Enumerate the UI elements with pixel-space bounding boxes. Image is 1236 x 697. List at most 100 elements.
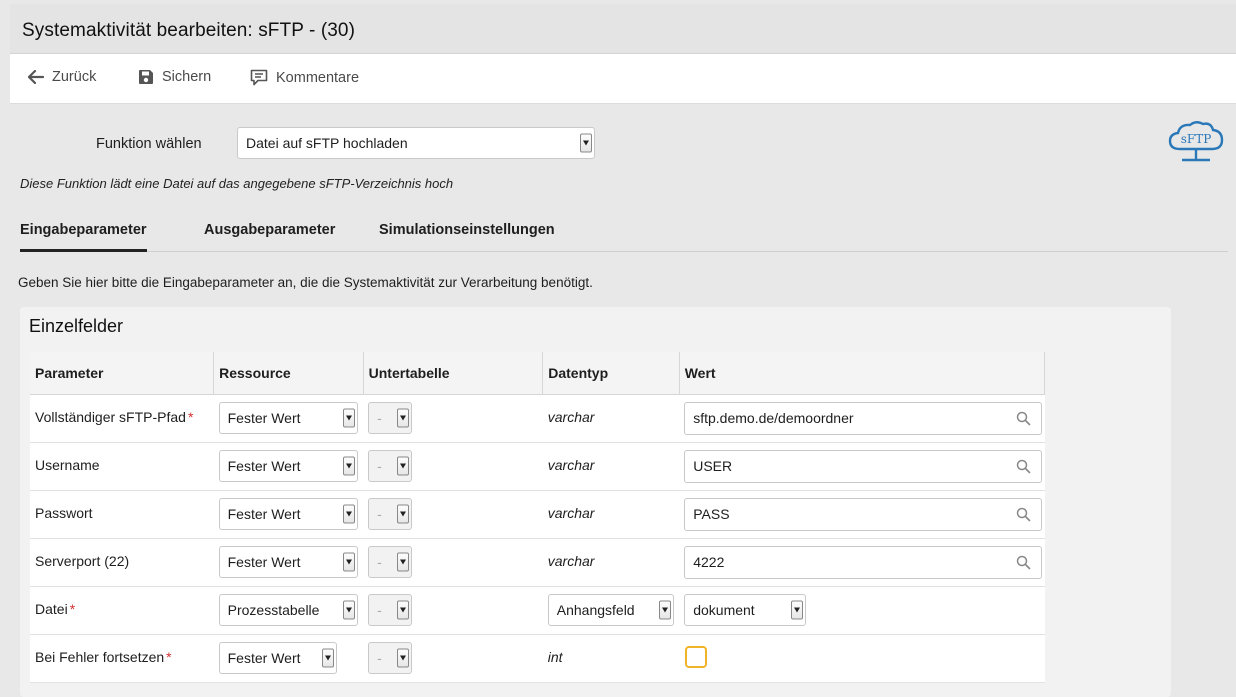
- search-icon[interactable]: [1016, 411, 1031, 426]
- chevron-down-icon: [342, 552, 355, 571]
- comments-label: Kommentare: [276, 69, 360, 86]
- chevron-down-icon: [342, 456, 355, 475]
- datatype-value: varchar: [547, 504, 595, 521]
- search-icon[interactable]: [1016, 507, 1031, 522]
- resource-select[interactable]: Fester Wert: [218, 545, 358, 578]
- comment-icon: [250, 69, 268, 86]
- subtable-select-value: -: [377, 601, 382, 618]
- parameter-name: Serverport (22): [35, 552, 130, 569]
- value-input[interactable]: USER: [684, 449, 1043, 483]
- page-title: Systemaktivität bearbeiten: sFTP - (30): [22, 20, 356, 41]
- resource-select-value: Fester Wert: [227, 649, 301, 666]
- subtable-select[interactable]: -: [368, 401, 413, 434]
- chevron-down-icon: [397, 648, 410, 667]
- chevron-down-icon: [342, 408, 355, 427]
- tab-bar: Eingabeparameter Ausgabeparameter Simula…: [20, 209, 1228, 252]
- parameter-name: Bei Fehler fortsetzen *: [35, 648, 172, 665]
- chevron-down-icon: [791, 600, 804, 619]
- function-select-value: Datei auf sFTP hochladen: [246, 135, 408, 151]
- panel-title: Einzelfelder: [29, 316, 124, 336]
- subtable-select[interactable]: -: [368, 545, 413, 578]
- save-label: Sichern: [162, 69, 212, 85]
- back-label: Zurück: [52, 69, 97, 85]
- chevron-down-icon: [580, 133, 592, 153]
- parameter-table: Parameter Ressource Untertabelle Datenty…: [30, 352, 1046, 683]
- table-row: Passwort Fester Wert - varchar PASS: [30, 490, 1045, 539]
- chevron-down-icon: [397, 408, 410, 427]
- chevron-down-icon: [397, 456, 410, 475]
- title-bar: Systemaktivität bearbeiten: sFTP - (30): [10, 4, 1236, 54]
- datatype-value: int: [547, 648, 563, 665]
- subtable-select-value: -: [377, 457, 382, 474]
- required-marker: *: [166, 648, 172, 665]
- parameter-name: Datei *: [35, 600, 76, 617]
- comments-button[interactable]: Kommentare: [250, 69, 359, 86]
- resource-select-value: Fester Wert: [227, 409, 301, 426]
- column-header-untertabelle[interactable]: Untertabelle: [363, 352, 544, 395]
- tab-simulationseinstellungen[interactable]: Simulationseinstellungen: [379, 222, 555, 238]
- datatype-value: varchar: [547, 456, 595, 473]
- column-header-wert[interactable]: Wert: [679, 352, 1046, 395]
- function-label: Funktion wählen: [96, 136, 202, 152]
- back-button[interactable]: Zurück: [28, 69, 96, 85]
- value-select-value: dokument: [693, 601, 755, 618]
- resource-select-value: Prozesstabelle: [227, 601, 320, 618]
- toolbar: Zurück Sichern Kommentare: [10, 54, 1236, 104]
- resource-select[interactable]: Fester Wert: [218, 449, 358, 482]
- tab-ausgabeparameter[interactable]: Ausgabeparameter: [204, 222, 335, 238]
- search-icon[interactable]: [1016, 459, 1031, 474]
- table-row: Username Fester Wert - varchar USER: [30, 442, 1045, 491]
- table-row: Datei * Prozesstabelle - Anhangsfeld doku…: [30, 586, 1045, 635]
- datatype-value: varchar: [547, 408, 595, 425]
- value-text: sftp.demo.de/demoordner: [693, 410, 854, 426]
- parameter-name: Vollständiger sFTP-Pfad *: [35, 408, 194, 425]
- table-row: Bei Fehler fortsetzen * Fester Wert - int: [30, 634, 1045, 683]
- chevron-down-icon: [397, 504, 410, 523]
- table-row: Vollständiger sFTP-Pfad * Fester Wert - v…: [30, 394, 1045, 443]
- chevron-down-icon: [342, 504, 355, 523]
- resource-select[interactable]: Fester Wert: [218, 497, 358, 530]
- column-header-datentyp[interactable]: Datentyp: [542, 352, 680, 395]
- resource-select[interactable]: Prozesstabelle: [218, 593, 358, 626]
- value-input[interactable]: PASS: [684, 497, 1043, 531]
- resource-select-value: Fester Wert: [227, 457, 301, 474]
- arrow-left-icon: [28, 70, 44, 84]
- value-text: 4222: [693, 554, 725, 570]
- search-icon[interactable]: [1016, 555, 1031, 570]
- subtable-select[interactable]: -: [368, 641, 413, 674]
- column-header-parameter[interactable]: Parameter: [30, 352, 215, 395]
- value-select[interactable]: dokument: [684, 593, 807, 626]
- datatype-select[interactable]: Anhangsfeld: [547, 593, 674, 626]
- subtable-select-value: -: [377, 649, 382, 666]
- chevron-down-icon: [321, 648, 334, 667]
- value-text: USER: [693, 458, 733, 474]
- value-input[interactable]: 4222: [684, 545, 1043, 579]
- sftp-cloud-icon: sFTP: [1168, 121, 1224, 162]
- subtable-select-value: -: [377, 553, 382, 570]
- continue-on-error-checkbox[interactable]: [685, 645, 708, 668]
- content-area: Funktion wählen Datei auf sFTP hochladen…: [10, 105, 1236, 697]
- chevron-down-icon: [397, 600, 410, 619]
- parameter-name: Passwort: [35, 504, 93, 521]
- save-button[interactable]: Sichern: [138, 69, 211, 85]
- subtable-select[interactable]: -: [368, 593, 413, 626]
- subtable-select-value: -: [377, 505, 382, 522]
- floppy-disk-icon: [139, 70, 153, 84]
- table-row: Serverport (22) Fester Wert - varchar 42…: [30, 538, 1045, 587]
- required-marker: *: [187, 408, 194, 425]
- datatype-select-value: Anhangsfeld: [556, 601, 635, 618]
- column-header-ressource[interactable]: Ressource: [213, 352, 364, 395]
- required-marker: *: [69, 600, 76, 617]
- value-input[interactable]: sftp.demo.de/demoordner: [684, 401, 1043, 435]
- parameter-name: Username: [35, 456, 100, 473]
- resource-select-value: Fester Wert: [227, 553, 301, 570]
- resource-select-value: Fester Wert: [227, 505, 301, 522]
- tab-eingabeparameter[interactable]: Eingabeparameter: [20, 222, 147, 252]
- resource-select[interactable]: Fester Wert: [218, 401, 358, 434]
- subtable-select[interactable]: -: [368, 449, 413, 482]
- resource-select[interactable]: Fester Wert: [218, 641, 337, 674]
- subtable-select[interactable]: -: [368, 497, 413, 530]
- einzelfelder-panel: Einzelfelder Parameter Ressource Unterta…: [20, 307, 1171, 697]
- function-select[interactable]: Datei auf sFTP hochladen: [237, 127, 595, 159]
- logo-text: sFTP: [1181, 132, 1212, 146]
